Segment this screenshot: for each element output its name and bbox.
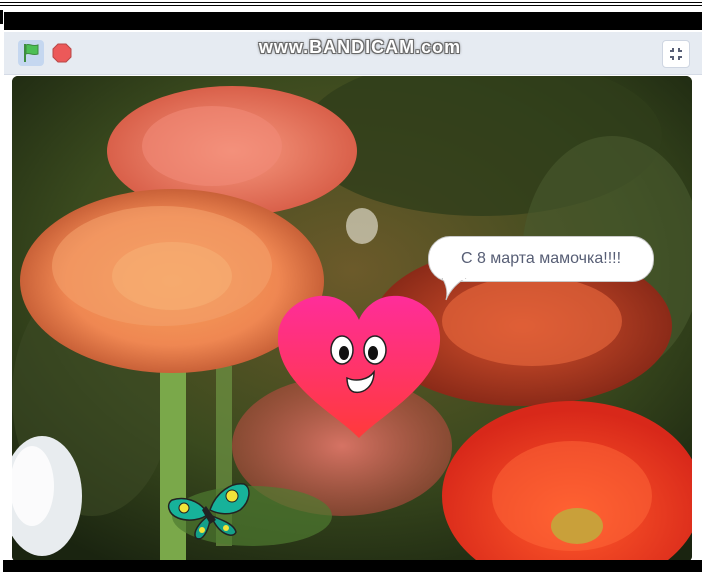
speech-bubble-tail bbox=[441, 278, 467, 301]
stop-button[interactable] bbox=[52, 43, 72, 63]
recorder-frame-top bbox=[0, 0, 702, 32]
exit-fullscreen-icon bbox=[670, 48, 682, 60]
butterfly-sprite[interactable] bbox=[164, 480, 254, 544]
watermark-text: www.BANDICAM.com bbox=[258, 37, 462, 57]
heart-character[interactable] bbox=[276, 294, 442, 440]
frame-line bbox=[0, 2, 702, 3]
frame-mark bbox=[0, 560, 3, 572]
recorder-frame-bottom bbox=[0, 560, 702, 572]
speech-bubble: С 8 марта мамочка!!!! bbox=[428, 236, 654, 282]
stage-toolbar: www.BANDICAM.com bbox=[4, 32, 702, 75]
green-flag-button[interactable] bbox=[18, 40, 44, 66]
frame-line bbox=[0, 5, 702, 6]
frame-bar bbox=[4, 12, 702, 30]
exit-fullscreen-button[interactable] bbox=[662, 40, 690, 68]
stage[interactable]: С 8 марта мамочка!!!! bbox=[12, 76, 692, 562]
green-flag-icon bbox=[24, 43, 39, 62]
stop-sign-icon bbox=[52, 43, 72, 63]
frame-mark bbox=[0, 10, 3, 24]
